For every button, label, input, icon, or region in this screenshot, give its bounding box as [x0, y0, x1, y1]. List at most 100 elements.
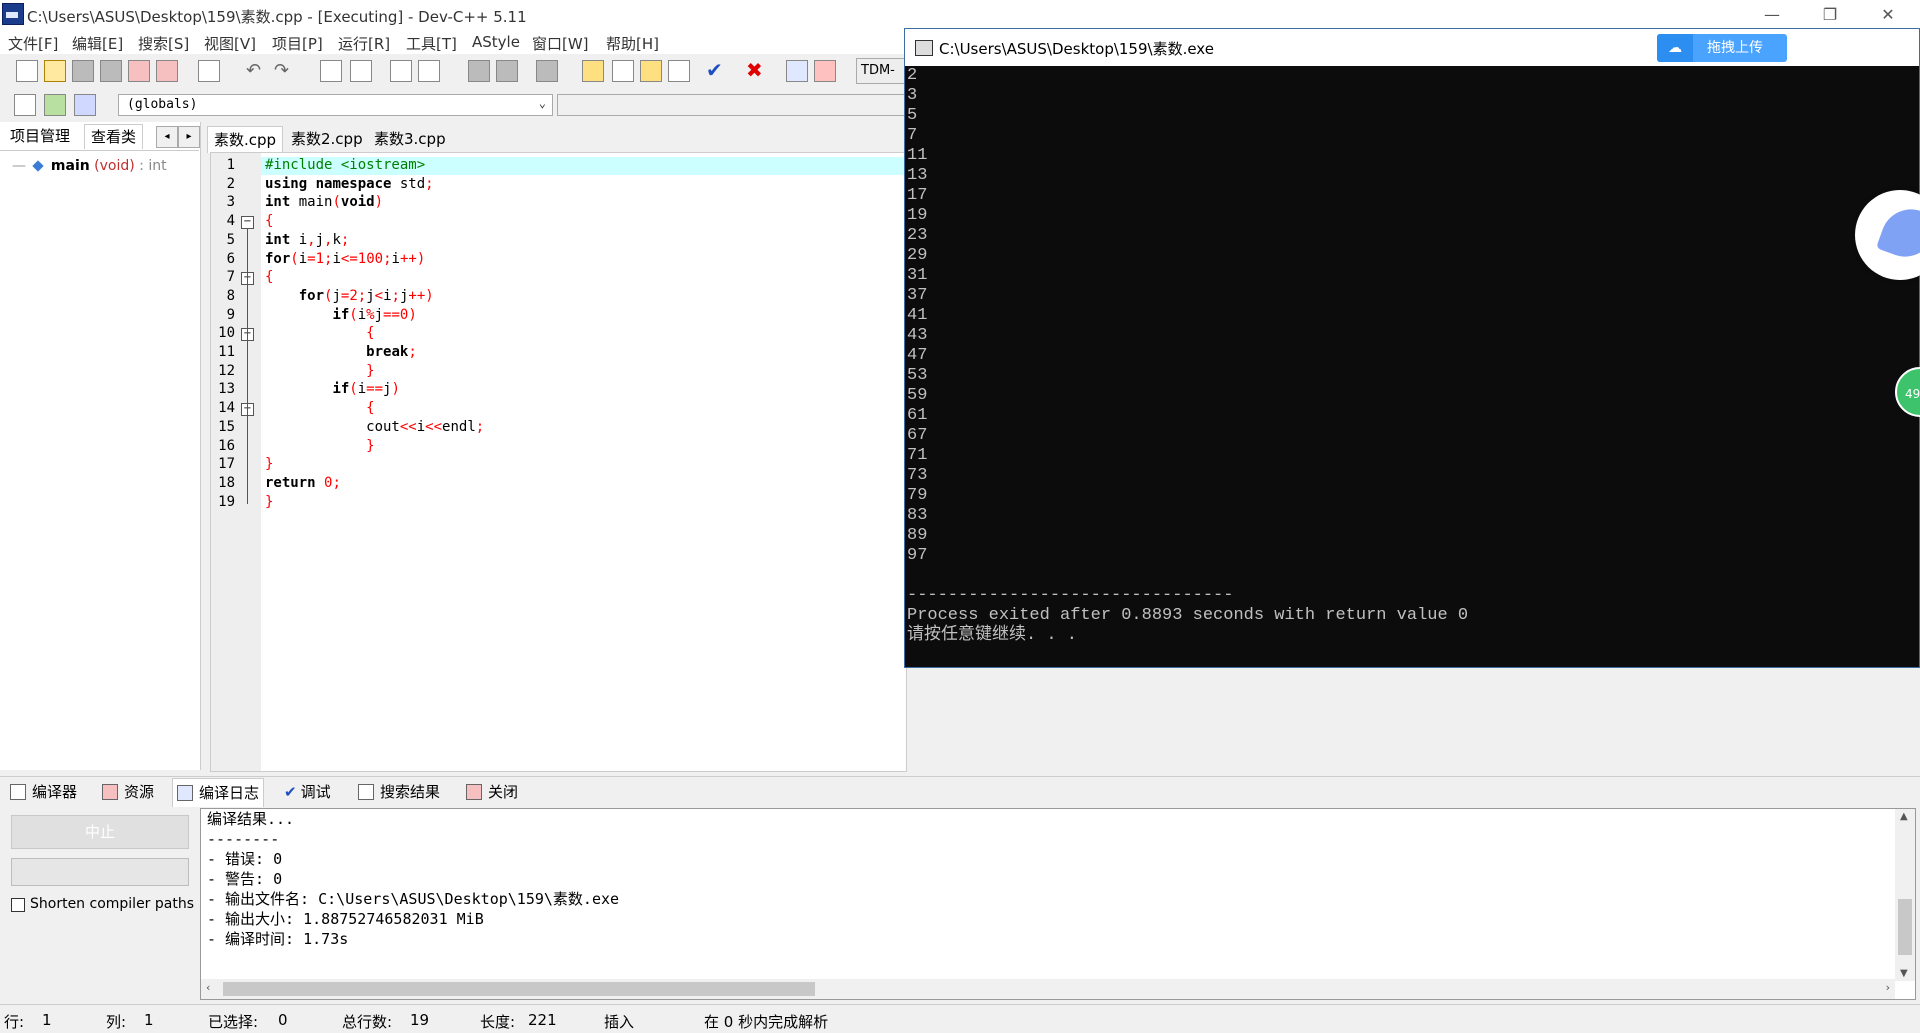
tab-file-2[interactable]: 素数2.cpp — [285, 126, 369, 152]
menu-edit[interactable]: 编辑[E] — [72, 33, 123, 54]
line-number: 12 — [218, 362, 235, 379]
close-button[interactable]: ✕ — [1864, 2, 1912, 28]
close-file-icon[interactable] — [128, 60, 150, 82]
close-icon — [466, 784, 482, 800]
tab-file-1[interactable]: 素数.cpp — [207, 126, 284, 153]
new-file-icon[interactable] — [16, 60, 38, 82]
compiler-select[interactable]: TDM-GC — [856, 58, 905, 102]
status-col: 1 — [144, 1011, 154, 1029]
find-icon[interactable] — [320, 60, 342, 82]
redo-icon[interactable]: ↷ — [274, 60, 289, 81]
tab-scroll-left[interactable]: ◂ — [156, 126, 178, 148]
menu-help[interactable]: 帮助[H] — [606, 33, 659, 54]
code-line: } — [366, 362, 375, 379]
line-number: 14 — [218, 400, 235, 417]
tab-resources[interactable]: 资源 — [102, 781, 154, 802]
fold-toggle-icon[interactable]: − — [241, 216, 254, 230]
open-file-icon[interactable] — [44, 60, 66, 82]
status-mode: 插入 — [604, 1013, 635, 1031]
stop-execution-icon[interactable]: ✖ — [746, 58, 763, 82]
run-icon[interactable] — [612, 60, 634, 82]
menu-search[interactable]: 搜索[S] — [138, 33, 189, 54]
scroll-down-icon[interactable]: ▼ — [1900, 968, 1908, 979]
horizontal-scrollbar[interactable]: ‹ › — [201, 979, 1895, 999]
tab-compiler[interactable]: 编译器 — [10, 781, 77, 802]
tab-scroll-right[interactable]: ▸ — [178, 126, 200, 148]
menu-run[interactable]: 运行[R] — [338, 33, 390, 54]
tab-search-results-label: 搜索结果 — [380, 783, 441, 801]
project-options-icon[interactable] — [74, 94, 96, 116]
code-line: if(i%j==0) — [332, 306, 417, 323]
unindent-icon[interactable] — [418, 60, 440, 82]
tab-class-view[interactable]: 查看类 — [84, 124, 144, 149]
menu-window[interactable]: 窗口[W] — [532, 33, 589, 54]
menu-project[interactable]: 项目[P] — [272, 33, 323, 54]
console-window[interactable]: C:\Users\ASUS\Desktop\159\素数.exe ☁ 拖拽上传 … — [904, 28, 1920, 668]
menu-view[interactable]: 视图[V] — [204, 33, 256, 54]
tab-compile-log[interactable]: 编译日志 — [172, 778, 265, 807]
tree-item-main[interactable]: — main (void) : int — [12, 158, 167, 174]
scroll-left-icon[interactable]: ‹ — [206, 981, 210, 994]
tab-debug[interactable]: ✔ 调试 — [284, 781, 331, 802]
title-bar: C:\Users\ASUS\Desktop\159\素数.cpp - [Exec… — [0, 0, 1920, 30]
menu-astyle[interactable]: AStyle — [472, 33, 520, 51]
profile-icon[interactable] — [786, 60, 808, 82]
console-title-bar: C:\Users\ASUS\Desktop\159\素数.exe ☁ 拖拽上传 — [905, 29, 1919, 66]
line-number: 13 — [218, 381, 235, 398]
menu-file[interactable]: 文件[F] — [8, 33, 58, 54]
check-syntax-icon[interactable]: ✔ — [706, 58, 723, 82]
code-line: int main(void) — [265, 194, 384, 211]
tab-search-results[interactable]: 搜索结果 — [358, 781, 440, 802]
save-all-icon[interactable] — [100, 60, 122, 82]
scroll-right-icon[interactable]: › — [1886, 981, 1890, 994]
code-editor[interactable]: 1234−567−8910−11121314−1516171819 #inclu… — [210, 152, 907, 772]
chevron-down-icon: ⌄ — [538, 96, 546, 110]
tab-project-manager[interactable]: 项目管理 — [4, 124, 76, 148]
bookmark-back-icon[interactable] — [468, 60, 490, 82]
save-icon[interactable] — [72, 60, 94, 82]
replace-icon[interactable] — [350, 60, 372, 82]
status-sel: 0 — [278, 1011, 288, 1029]
goto-line-icon[interactable] — [536, 60, 558, 82]
tab-close[interactable]: 关闭 — [466, 781, 518, 802]
line-number: 16 — [218, 437, 235, 454]
indent-icon[interactable] — [390, 60, 412, 82]
scroll-up-icon[interactable]: ▲ — [1900, 811, 1908, 822]
compile-run-icon[interactable] — [640, 60, 662, 82]
minimize-button[interactable]: — — [1748, 2, 1796, 28]
menu-tools[interactable]: 工具[T] — [406, 33, 457, 54]
horizontal-scroll-thumb[interactable] — [223, 982, 815, 996]
new-project-icon[interactable] — [14, 94, 36, 116]
status-length-label: 长度: — [480, 1013, 516, 1031]
code-line: for(i=1;i<=100;i++) — [265, 250, 426, 267]
bookmark-forward-icon[interactable] — [496, 60, 518, 82]
close-all-icon[interactable] — [156, 60, 178, 82]
restore-button[interactable]: ❐ — [1806, 2, 1854, 28]
add-to-project-icon[interactable] — [44, 94, 66, 116]
tab-file-3[interactable]: 素数3.cpp — [368, 126, 452, 152]
tab-compile-log-label: 编译日志 — [199, 784, 260, 802]
compile-log[interactable]: 编译结果... -------- - 错误: 0 - 警告: 0 - 输出文件名… — [200, 808, 1916, 1000]
code-line: { — [366, 400, 375, 417]
upload-button[interactable]: ☁ 拖拽上传 — [1657, 34, 1787, 62]
vertical-scroll-thumb[interactable] — [1898, 899, 1912, 955]
stop-button[interactable]: 中止 — [11, 815, 189, 849]
line-number: 9 — [226, 306, 235, 323]
tree-connector: — — [12, 158, 26, 174]
globals-select[interactable]: (globals) ⌄ — [118, 94, 553, 116]
upload-label: 拖拽上传 — [1707, 40, 1763, 56]
debug-icon[interactable] — [814, 60, 836, 82]
class-browser-panel: 项目管理 查看类 ◂ ▸ — main (void) : int — [0, 122, 201, 770]
tab-close-label: 关闭 — [488, 783, 519, 801]
compile-icon[interactable] — [582, 60, 604, 82]
rebuild-icon[interactable] — [668, 60, 690, 82]
line-gutter: 1234−567−8910−11121314−1516171819 — [211, 153, 261, 771]
print-icon[interactable] — [198, 60, 220, 82]
menu-bar: 文件[F] 编辑[E] 搜索[S] 视图[V] 项目[P] 运行[R] 工具[T… — [0, 30, 905, 54]
vertical-scrollbar[interactable]: ▲ ▼ — [1895, 809, 1915, 981]
line-number: 15 — [218, 418, 235, 435]
undo-icon[interactable]: ↶ — [246, 60, 261, 81]
search-icon — [358, 784, 374, 800]
function-select[interactable] — [557, 94, 905, 116]
shorten-paths-checkbox[interactable] — [11, 898, 25, 912]
